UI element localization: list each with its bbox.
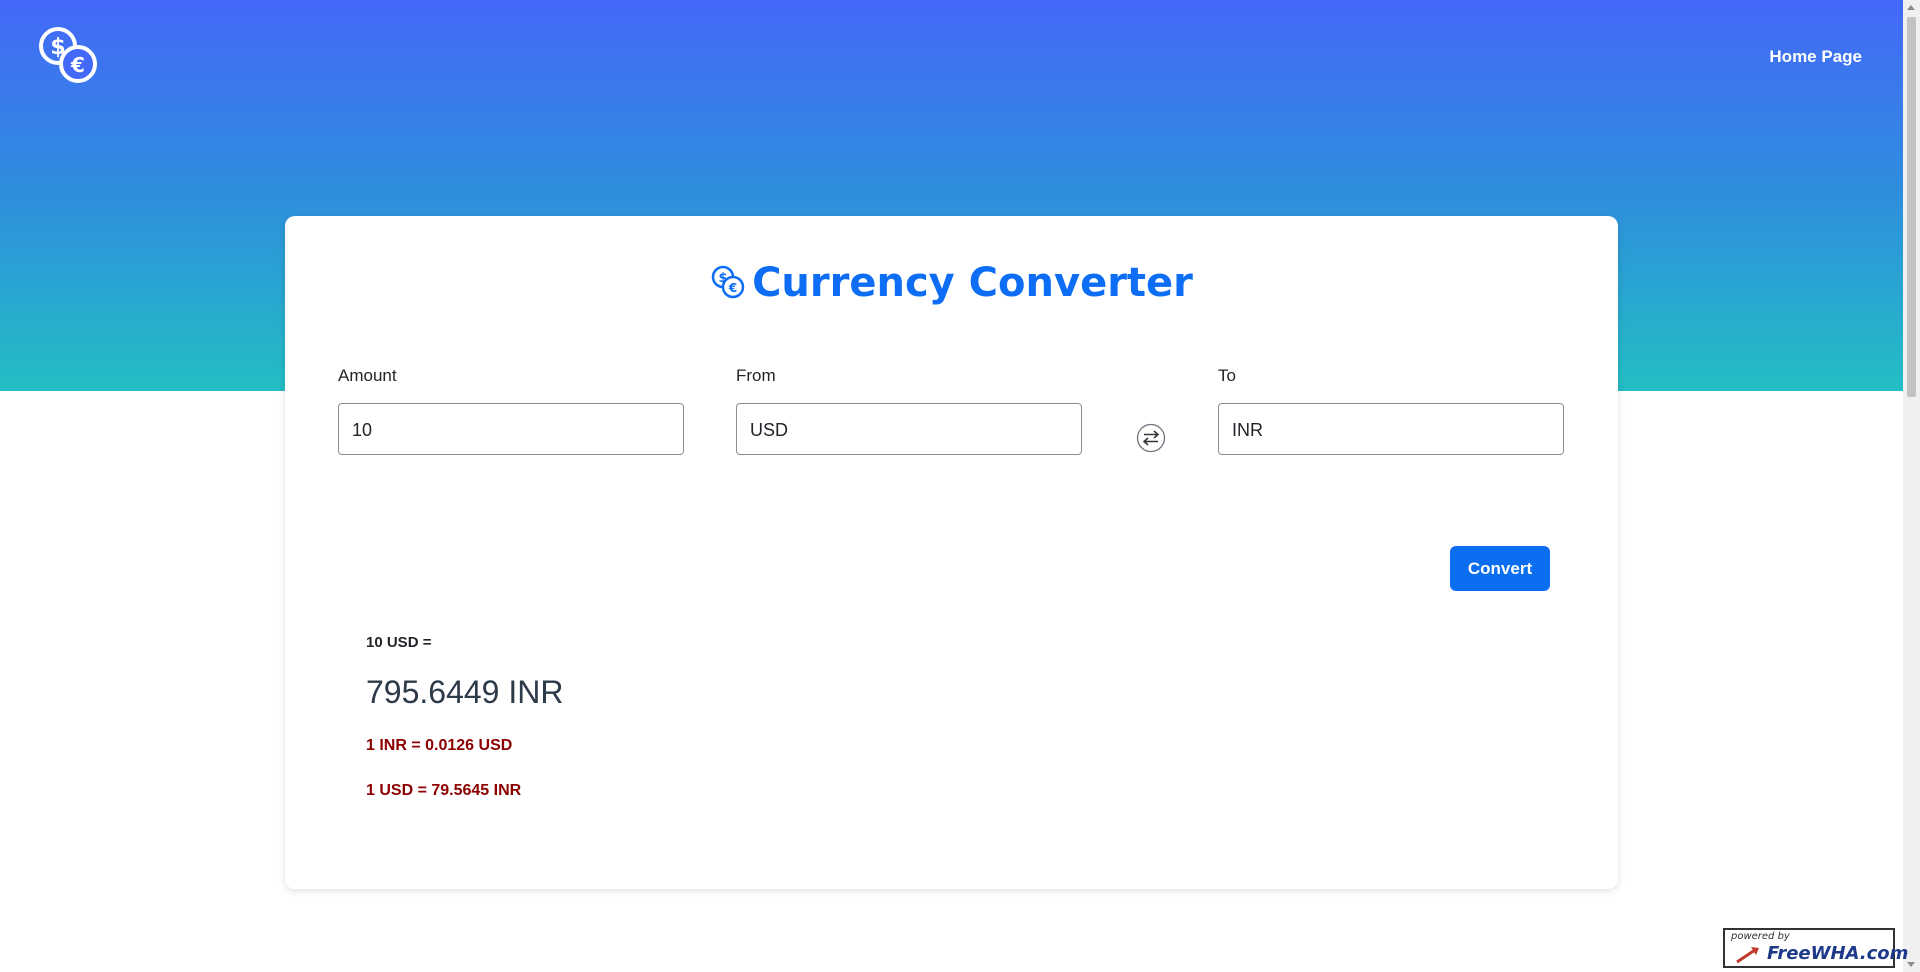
- rate-forward-text: 1 USD = 79.5645 INR: [366, 782, 522, 799]
- rate-inverse-text: 1 INR = 0.0126 USD: [366, 737, 513, 754]
- result-base-text: 10 USD =: [366, 634, 432, 651]
- coins-logo-icon[interactable]: $ €: [38, 26, 100, 84]
- swap-arrows-icon[interactable]: [1136, 423, 1166, 453]
- to-select[interactable]: INR: [1218, 403, 1564, 455]
- convert-button[interactable]: Convert: [1450, 546, 1550, 591]
- powered-by-badge[interactable]: powered by FreeWHA.com: [1723, 928, 1908, 968]
- svg-text:€: €: [70, 53, 85, 77]
- arrow-logo-icon: [1736, 947, 1759, 964]
- svg-text:€: €: [728, 281, 737, 295]
- vertical-scrollbar[interactable]: [1903, 0, 1920, 972]
- amount-label: Amount: [338, 366, 397, 385]
- to-label: To: [1218, 366, 1236, 385]
- scroll-thumb[interactable]: [1907, 17, 1916, 397]
- coins-icon: $ €: [711, 265, 745, 299]
- scroll-up-icon[interactable]: [1907, 5, 1915, 10]
- freewha-brand-text: FreeWHA.com: [1767, 943, 1909, 964]
- page-title: $ € Currency Converter: [285, 260, 1618, 306]
- converter-card: $ € Currency Converter Amount 10 From US…: [285, 216, 1618, 889]
- result-converted-value: 795.6449 INR: [366, 674, 564, 710]
- home-page-link[interactable]: Home Page: [1769, 47, 1862, 67]
- powered-by-text: powered by: [1731, 931, 1790, 942]
- from-label: From: [736, 366, 776, 385]
- from-select[interactable]: USD: [736, 403, 1082, 455]
- title-text: Currency Converter: [752, 260, 1193, 306]
- amount-input[interactable]: 10: [338, 403, 684, 455]
